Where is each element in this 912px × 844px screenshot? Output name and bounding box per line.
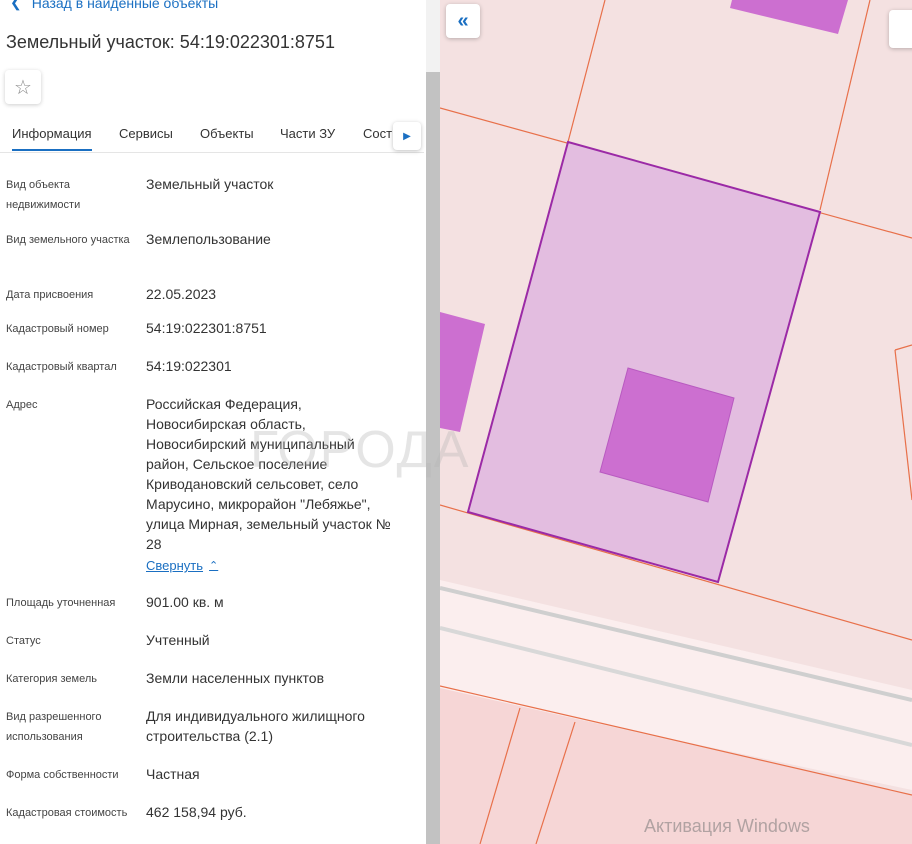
cadastral-map [440, 0, 912, 844]
chevron-left-icon: ❮ [10, 0, 22, 10]
tab-services[interactable]: Сервисы [119, 126, 173, 141]
value-area: 901.00 кв. м [146, 594, 224, 610]
tab-scroll-right-button[interactable]: ▶ [393, 122, 421, 150]
map-control-button[interactable] [889, 10, 912, 48]
value-cad-number: 54:19:022301:8751 [146, 320, 267, 336]
value-plot-kind: Землепользование [146, 231, 271, 247]
tab-bar: Информация Сервисы Объекты Части ЗУ Сост [0, 118, 424, 153]
label-cad-quarter: Кадастровый квартал [6, 361, 117, 373]
tab-objects[interactable]: Объекты [200, 126, 254, 141]
selected-parcel[interactable] [466, 140, 822, 584]
back-link-label: Назад в найденные объекты [31, 0, 219, 11]
neighbor-building [440, 312, 485, 432]
label-status: Статус [6, 635, 41, 647]
page-title: Земельный участок: 54:19:022301:8751 [6, 32, 335, 52]
boundary-line [567, 0, 606, 143]
value-status: Учтенный [146, 632, 210, 648]
triangle-right-icon: ▶ [403, 130, 411, 142]
value-address: Российская Федерация, Новосибирская обла… [146, 396, 391, 552]
label-date: Дата присвоения [6, 289, 94, 301]
label-cadastral-cost: Кадастровая стоимость [6, 807, 128, 819]
value-ownership: Частная [146, 766, 200, 782]
boundary-line [819, 0, 871, 211]
label-cad-number: Кадастровый номер [6, 323, 109, 335]
tab-composition[interactable]: Сост [363, 126, 392, 141]
boundary-line [894, 349, 912, 501]
neighbor-building [730, 0, 848, 34]
value-cadastral-cost: 462 158,94 руб. [146, 804, 247, 820]
value-permitted-use: Для индивидуального жилищного строительс… [146, 708, 365, 744]
label-ownership: Форма собственности [6, 769, 119, 781]
favorite-button[interactable]: ☆ [5, 70, 41, 104]
label-area: Площадь уточненная [6, 597, 116, 609]
collapse-panel-button[interactable]: « [446, 4, 480, 38]
label-address: Адрес [6, 399, 38, 411]
tab-information[interactable]: Информация [12, 126, 92, 151]
windows-activation-notice: Активация Windows [644, 816, 810, 836]
tab-parts[interactable]: Части ЗУ [280, 126, 335, 141]
value-date: 22.05.2023 [146, 286, 217, 302]
boundary-line [894, 344, 912, 351]
value-category: Земли населенных пунктов [146, 670, 325, 686]
double-chevron-left-icon: « [457, 9, 469, 32]
panel-scrollbar-thumb[interactable] [426, 72, 440, 844]
label-plot-kind: Вид земельного участка [6, 234, 130, 246]
chevron-up-icon: ⌃ [209, 560, 219, 572]
info-panel: ❮ Назад в найденные объекты Земельный уч… [0, 0, 440, 844]
label-category: Категория земель [6, 673, 97, 685]
back-link[interactable]: ❮ Назад в найденные объекты [10, 0, 218, 11]
collapse-address-link[interactable]: Свернуть ⌃ [146, 558, 218, 573]
label-permitted-use: Вид разрешенного использования [6, 711, 102, 743]
collapse-label: Свернуть [146, 558, 204, 573]
value-object-type: Земельный участок [146, 176, 274, 192]
value-cad-quarter: 54:19:022301 [146, 358, 232, 374]
label-object-type: Вид объекта недвижимости [6, 179, 81, 211]
map-view[interactable] [440, 0, 912, 844]
star-icon: ☆ [14, 76, 32, 99]
